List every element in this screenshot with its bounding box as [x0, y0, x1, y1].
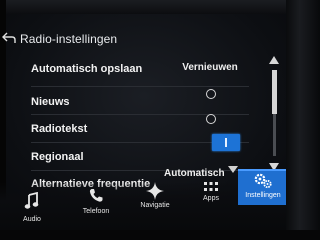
setting-label: Regionaal — [31, 151, 84, 163]
row-divider — [31, 114, 249, 115]
navigation-star-icon — [146, 182, 164, 200]
header: Radio-instellingen — [0, 28, 300, 50]
chevron-down-icon[interactable] — [228, 166, 238, 173]
radiotext-radio[interactable] — [206, 114, 216, 124]
alternative-frequency-value[interactable]: Automatisch — [164, 168, 225, 179]
scroll-up-arrow-icon[interactable] — [269, 56, 279, 64]
radio-settings-screen: Radio-instellingen Automatisch opslaan V… — [0, 0, 320, 240]
nav-phone[interactable]: Telefoon — [72, 182, 120, 230]
bottom-nav-bar: Audio Telefoon Navigatie Apps Instelling… — [0, 169, 292, 230]
setting-label: Nieuws — [31, 96, 70, 108]
music-note-icon — [24, 192, 39, 209]
bezel-top — [0, 0, 320, 14]
news-radio[interactable] — [206, 89, 216, 99]
nav-label: Audio — [23, 216, 41, 223]
back-arrow-icon[interactable] — [2, 32, 16, 44]
page-title: Radio-instellingen — [20, 32, 118, 46]
nav-label: Telefoon — [82, 208, 110, 215]
nav-settings[interactable]: Instellingen — [238, 169, 288, 205]
bezel-bottom — [0, 230, 320, 240]
setting-row-news[interactable]: Nieuws — [0, 88, 262, 114]
nav-label: Instellingen — [245, 192, 281, 199]
setting-label: Automatisch opslaan — [31, 63, 143, 75]
update-button[interactable]: Vernieuwen — [180, 59, 240, 77]
gears-icon — [254, 173, 272, 189]
bezel-right — [286, 0, 320, 240]
nav-label: Apps — [203, 195, 219, 202]
setting-label: Radiotekst — [31, 123, 88, 135]
nav-navigation[interactable]: Navigatie — [132, 182, 178, 230]
phone-icon — [89, 189, 103, 202]
row-divider — [31, 86, 249, 87]
regional-toggle[interactable] — [212, 134, 240, 151]
scrollbar-thumb[interactable] — [272, 70, 277, 114]
nav-apps[interactable]: Apps — [190, 182, 232, 230]
apps-grid-icon — [204, 182, 218, 191]
nav-label: Navigatie — [140, 202, 170, 209]
nav-audio[interactable]: Audio — [10, 182, 54, 230]
